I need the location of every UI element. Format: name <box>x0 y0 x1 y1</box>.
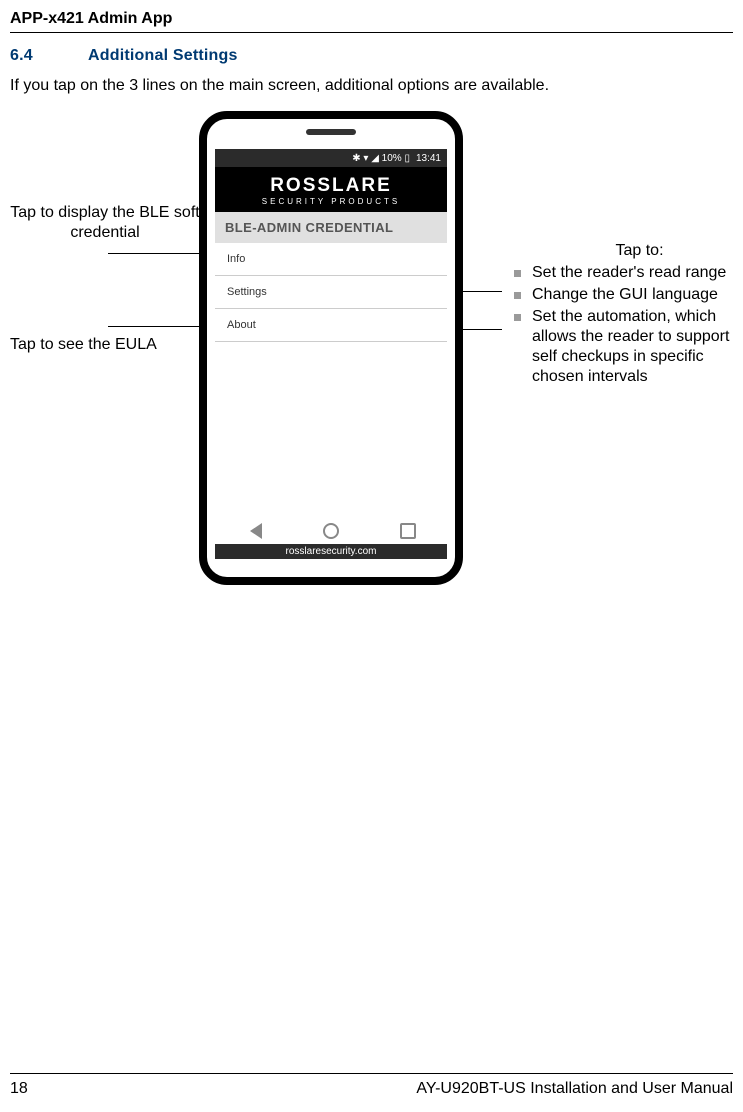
callout-settings: Tap to: Set the reader's read range Chan… <box>508 241 743 389</box>
footer-rule <box>10 1073 733 1074</box>
status-icons: ✱ ▾ ◢ 10% ▯ <box>352 153 410 164</box>
app-logo: ROSSLARE SECURITY PRODUCTS <box>215 167 447 212</box>
nav-home-icon[interactable] <box>323 523 339 539</box>
callout-settings-item: Change the GUI language <box>508 285 743 305</box>
page-header-title: APP-x421 Admin App <box>10 10 733 28</box>
callout-eula: Tap to see the EULA <box>10 335 190 355</box>
menu-item-settings[interactable]: Settings <box>215 276 447 309</box>
section-heading: 6.4Additional Settings <box>10 47 733 65</box>
callout-ble-credential: Tap to display the BLE soft credential <box>10 203 200 243</box>
callout-settings-header: Tap to: <box>508 241 743 261</box>
page-footer: 18 AY-U920BT-US Installation and User Ma… <box>10 1073 733 1098</box>
menu-list: Info Settings About <box>215 243 447 342</box>
phone-speaker <box>306 129 356 135</box>
header-rule <box>10 32 733 33</box>
status-bar: ✱ ▾ ◢ 10% ▯ 13:41 <box>215 149 447 167</box>
section-number: 6.4 <box>10 47 88 65</box>
menu-item-info[interactable]: Info <box>215 243 447 276</box>
android-nav-buttons <box>215 519 447 543</box>
credential-bar: BLE-ADMIN CREDENTIAL <box>215 212 447 243</box>
manual-title: AY-U920BT-US Installation and User Manua… <box>416 1080 733 1098</box>
figure-area: Tap to display the BLE soft credential T… <box>10 111 733 591</box>
status-time: 13:41 <box>416 153 441 164</box>
logo-sub-text: SECURITY PRODUCTS <box>225 197 437 206</box>
callout-settings-list: Set the reader's read range Change the G… <box>508 263 743 387</box>
menu-item-about[interactable]: About <box>215 309 447 342</box>
section-title: Additional Settings <box>88 47 238 64</box>
app-footer-url: rosslaresecurity.com <box>215 544 447 559</box>
nav-recent-icon[interactable] <box>400 523 416 539</box>
logo-main-text: ROSSLARE <box>225 175 437 197</box>
page-number: 18 <box>10 1080 28 1098</box>
callout-settings-item: Set the reader's read range <box>508 263 743 283</box>
nav-back-icon[interactable] <box>246 523 262 539</box>
phone-mockup: ✱ ▾ ◢ 10% ▯ 13:41 ROSSLARE SECURITY PROD… <box>199 111 463 585</box>
phone-screen: ✱ ▾ ◢ 10% ▯ 13:41 ROSSLARE SECURITY PROD… <box>215 149 447 563</box>
intro-text: If you tap on the 3 lines on the main sc… <box>10 77 733 95</box>
callout-settings-item: Set the automation, which allows the rea… <box>508 307 743 387</box>
